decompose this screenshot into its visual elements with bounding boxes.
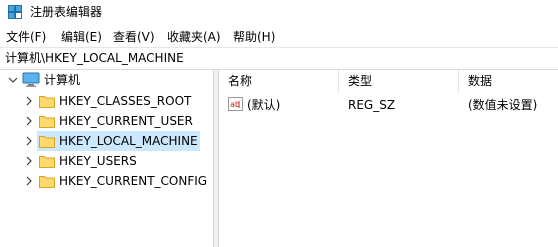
value-name: (默认) — [247, 98, 281, 112]
folder-icon — [39, 156, 55, 168]
table-row[interactable]: ab (默认) REG_SZ (数值未设置) — [219, 70, 558, 114]
folder-icon — [39, 176, 55, 188]
menu-view[interactable]: 查看(V) — [113, 29, 155, 45]
tree-item-label: HKEY_CURRENT_USER — [59, 114, 193, 128]
chevron-down-icon[interactable] — [8, 74, 18, 86]
menu-edit[interactable]: 编辑(E) — [61, 29, 102, 45]
chevron-right-icon[interactable] — [24, 175, 34, 187]
tree-item-hkey-classes-root[interactable]: HKEY_CLASSES_ROOT — [0, 91, 213, 111]
tree-root-label: 计算机 — [44, 73, 81, 87]
svg-text:ab: ab — [230, 100, 240, 109]
tree-item-hkey-current-user[interactable]: HKEY_CURRENT_USER — [0, 111, 213, 131]
menu-help[interactable]: 帮助(H) — [233, 29, 275, 45]
folder-icon — [39, 136, 55, 148]
window-title: 注册表编辑器 — [30, 5, 103, 19]
title-bar: 注册表编辑器 — [0, 0, 558, 25]
tree-item-hkey-current-config[interactable]: HKEY_CURRENT_CONFIG — [0, 171, 213, 191]
value-data: (数值未设置) — [468, 98, 538, 112]
registry-editor-icon — [8, 5, 22, 19]
computer-icon — [22, 72, 40, 87]
chevron-right-icon[interactable] — [24, 135, 34, 147]
address-bar[interactable]: 计算机\HKEY_LOCAL_MACHINE — [0, 48, 558, 70]
folder-icon — [39, 116, 55, 128]
chevron-right-icon[interactable] — [24, 155, 34, 167]
tree-item-label: HKEY_CLASSES_ROOT — [59, 94, 192, 108]
menu-file[interactable]: 文件(F) — [6, 29, 46, 45]
tree-item-label: HKEY_CURRENT_CONFIG — [59, 174, 208, 188]
value-type: REG_SZ — [348, 98, 396, 112]
menu-bar: 文件(F) 编辑(E) 查看(V) 收藏夹(A) 帮助(H) — [0, 25, 558, 48]
tree-item-hkey-users[interactable]: HKEY_USERS — [0, 151, 213, 171]
tree-item-label: HKEY_LOCAL_MACHINE — [59, 134, 198, 148]
menu-favorites[interactable]: 收藏夹(A) — [167, 29, 221, 45]
folder-icon — [39, 96, 55, 108]
address-path[interactable]: 计算机\HKEY_LOCAL_MACHINE — [5, 51, 184, 66]
values-list: 名称 类型 数据 ab (默认) REG_SZ (数值未设置) — [219, 70, 558, 247]
key-tree: 计算机 HKEY_CLASSES_ROOT HKEY_CURRENT_USER … — [0, 70, 213, 247]
tree-root-computer[interactable]: 计算机 — [0, 70, 213, 90]
chevron-right-icon[interactable] — [24, 115, 34, 127]
tree-item-hkey-local-machine[interactable]: HKEY_LOCAL_MACHINE — [0, 131, 213, 151]
reg-string-icon: ab — [228, 97, 243, 111]
tree-item-label: HKEY_USERS — [59, 154, 137, 168]
chevron-right-icon[interactable] — [24, 95, 34, 107]
